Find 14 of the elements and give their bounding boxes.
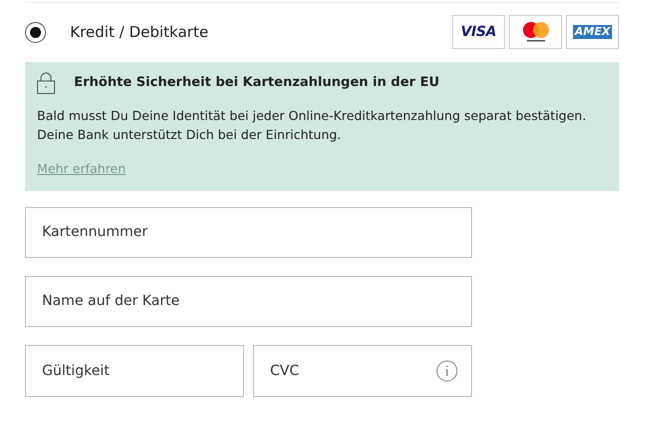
info-icon[interactable] [436, 360, 458, 382]
input-field[interactable]: CVC [253, 344, 472, 397]
notice-title: Erhöhte Sicherheit bei Kartenzahlungen in der EU [74, 74, 440, 92]
visa-logo: VISA [452, 15, 505, 49]
mastercard-logo [509, 15, 562, 49]
option-label: Kredit / Debitkarte [70, 22, 208, 43]
input-field[interactable]: Gültigkeit [25, 344, 244, 397]
input-field[interactable]: Name auf der Karte [25, 276, 472, 327]
learn-more-link[interactable]: Mehr erfahren [37, 160, 126, 179]
amex-logo: AMEX [566, 15, 619, 49]
notice-text: Bald musst Du Deine Identität bei jeder Online-Kreditkartenzahlung separat bestätigen. Deine Bank unterstützt Dich bei der Einrichtung. [37, 107, 588, 144]
lock-icon [37, 72, 55, 94]
radio-button[interactable] [25, 22, 46, 42]
input-field[interactable]: Kartennummer [25, 206, 472, 258]
